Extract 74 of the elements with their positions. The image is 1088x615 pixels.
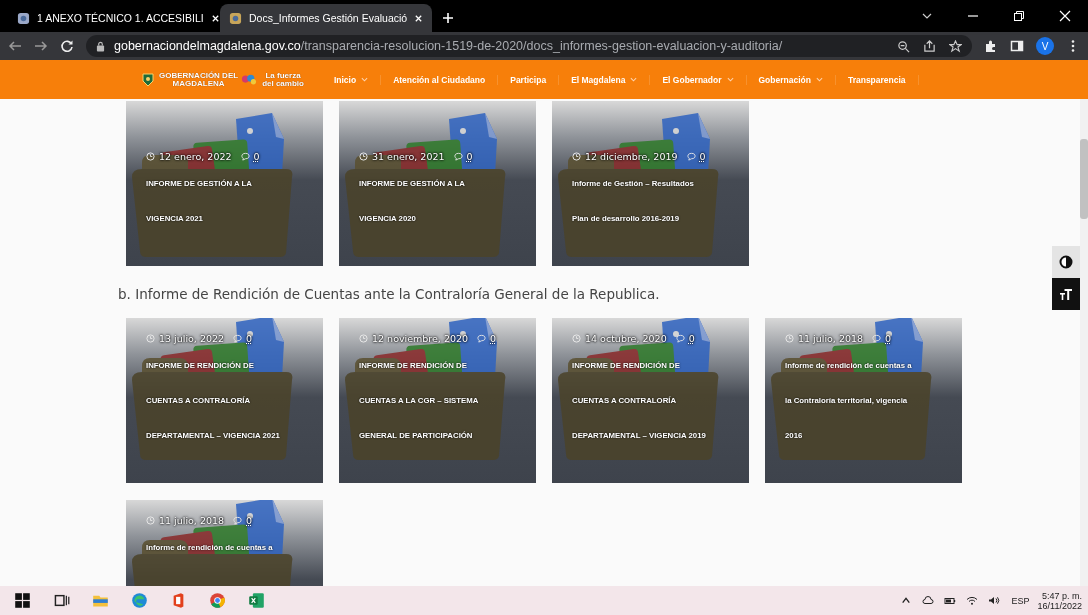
language-indicator[interactable]: ESP <box>1011 595 1030 606</box>
chevron-up-icon[interactable] <box>899 595 912 606</box>
scrollbar[interactable] <box>1080 99 1088 586</box>
sidebar-icon[interactable] <box>1010 39 1024 53</box>
back-arrow-icon[interactable] <box>8 39 22 53</box>
section-heading: b. Informe de Rendición de Cuentas ante la Contraloría General de la Republica. <box>118 286 660 302</box>
share-icon[interactable] <box>923 39 936 53</box>
close-icon[interactable] <box>210 13 220 23</box>
comment-count[interactable]: 0 <box>885 333 892 344</box>
comment-count[interactable]: 0 <box>688 333 695 344</box>
chrome-icon[interactable] <box>209 592 226 609</box>
clock-icon <box>146 516 155 525</box>
contrast-button[interactable] <box>1052 246 1080 278</box>
comment-icon <box>872 334 882 343</box>
profile-avatar[interactable]: V <box>1036 37 1054 55</box>
star-icon[interactable] <box>949 39 962 53</box>
crest-icon <box>140 72 156 87</box>
reload-icon[interactable] <box>60 39 74 53</box>
slogan-text: La fuerza del cambio <box>262 71 304 88</box>
comment-count[interactable]: 0 <box>246 333 253 344</box>
speaker-icon[interactable] <box>987 595 1000 606</box>
text-size-icon <box>1059 287 1073 301</box>
comment-icon <box>240 152 250 161</box>
task-view-icon[interactable] <box>53 592 70 609</box>
comment-count[interactable]: 0 <box>466 151 473 162</box>
clock-icon <box>572 152 581 161</box>
browser-tab[interactable]: Docs_Informes Gestión Evaluació <box>220 4 432 32</box>
comment-icon <box>233 334 243 343</box>
clock-icon <box>359 152 368 161</box>
windows-start-icon[interactable] <box>14 592 31 609</box>
text-size-button[interactable] <box>1052 278 1080 310</box>
comment-count[interactable]: 0 <box>253 151 260 162</box>
comment-count[interactable]: 0 <box>246 515 253 526</box>
contrast-icon <box>1059 255 1073 269</box>
close-icon[interactable] <box>414 13 424 23</box>
clock-icon <box>146 334 155 343</box>
comment-icon <box>686 152 696 161</box>
post-date: 11 julio, 2018 <box>798 333 864 344</box>
comment-icon <box>233 516 243 525</box>
caret-icon <box>361 77 369 82</box>
browser-tab[interactable]: 1 ANEXO TÉCNICO 1. ACCESIBILI <box>8 4 220 32</box>
clock-icon <box>146 152 155 161</box>
clock-icon <box>785 334 794 343</box>
emblem-icon <box>241 72 258 87</box>
comment-icon <box>453 152 463 161</box>
favicon-icon <box>229 11 242 25</box>
post-date: 31 enero, 2021 <box>372 151 445 162</box>
cloud-icon[interactable] <box>921 595 934 606</box>
post-date: 12 enero, 2022 <box>159 151 232 162</box>
address-field[interactable]: gobernaciondelmagdalena.gov.co/transparencia-resolucion-1519-de-2020/docs_informes-gestion-evaluacion-y-auditoria/ <box>86 35 972 57</box>
post-date: 11 julio, 2018 <box>159 515 225 526</box>
clock[interactable]: 5:47 p. m. 16/11/2022 <box>1037 590 1088 611</box>
clock-icon <box>572 334 581 343</box>
zoom-icon[interactable] <box>897 39 910 53</box>
logo-text: GOBERNACIÓN DEL MAGDALENA <box>159 71 239 88</box>
forward-arrow-icon[interactable] <box>34 39 48 53</box>
comment-count[interactable]: 0 <box>699 151 706 162</box>
browser-icon[interactable] <box>131 592 148 609</box>
caret-icon <box>726 77 734 82</box>
favicon-icon <box>17 11 30 25</box>
close-icon[interactable] <box>1059 10 1071 22</box>
caret-icon <box>815 77 823 82</box>
clock-icon <box>359 334 368 343</box>
new-tab-icon[interactable] <box>442 12 454 24</box>
battery-icon[interactable] <box>943 595 956 606</box>
restore-icon[interactable] <box>1013 10 1025 22</box>
puzzle-icon[interactable] <box>984 39 998 53</box>
wifi-icon[interactable] <box>965 595 978 606</box>
caret-icon <box>630 77 638 82</box>
comment-icon <box>477 334 487 343</box>
lock-icon <box>96 40 105 52</box>
post-date: 13 julio, 2022 <box>159 333 225 344</box>
comment-icon <box>675 334 685 343</box>
spreadsheet-icon[interactable] <box>248 592 265 609</box>
